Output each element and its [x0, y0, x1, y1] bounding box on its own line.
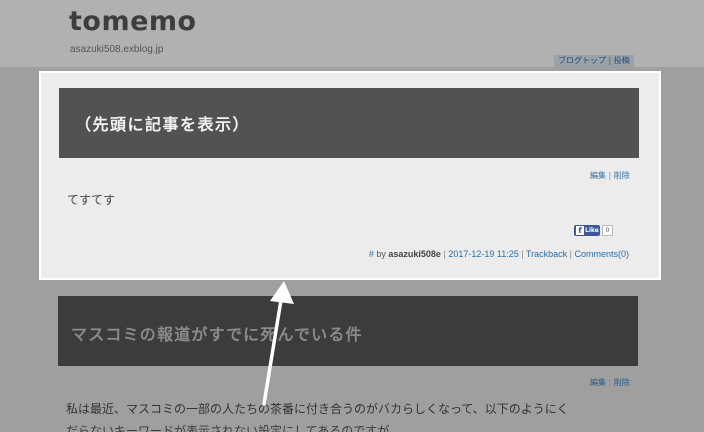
meta-separator: |: [569, 249, 572, 259]
facebook-icon: f: [576, 226, 584, 235]
post-title[interactable]: （先頭に記事を表示）: [75, 111, 250, 135]
post-edit-links: 編集 | 削除: [590, 170, 630, 181]
edit-link[interactable]: 編集: [590, 171, 606, 180]
top-nav: ブログトップ | 投稿: [554, 55, 634, 67]
site-url: asazuki508.exblog.jp: [70, 44, 164, 55]
nav-separator: |: [608, 56, 612, 65]
delete-link[interactable]: 削除: [614, 378, 630, 387]
post-title[interactable]: マスコミの報道がすでに死んでいる件: [71, 321, 363, 345]
post-link[interactable]: 投稿: [614, 56, 630, 65]
author-name: asazuki508e: [388, 249, 441, 259]
meta-separator: |: [521, 249, 524, 259]
post-body-line: だらないキーワードが表示されない設定にしてあるのですが: [66, 424, 390, 432]
facebook-like-button[interactable]: f Like: [574, 225, 600, 236]
blog-top-link[interactable]: ブログトップ: [558, 56, 606, 65]
post-meta: # by asazuki508e | 2017-12-19 11:25 | Tr…: [369, 249, 629, 259]
trackback-link[interactable]: Trackback: [526, 249, 567, 259]
comments-link[interactable]: Comments(0): [574, 249, 629, 259]
post-title-bar: マスコミの報道がすでに死んでいる件: [58, 296, 638, 366]
delete-link[interactable]: 削除: [614, 171, 630, 180]
post-body: 私は最近、マスコミの一部の人たちの茶番に付き合うのがバカらしくなって、以下のよう…: [66, 398, 569, 432]
post-title-bar: （先頭に記事を表示）: [59, 88, 639, 158]
post-body: てすてす: [67, 193, 116, 207]
site-header: tomemo asazuki508.exblog.jp ブログトップ | 投稿: [0, 0, 704, 67]
post-body-line: 私は最近、マスコミの一部の人たちの茶番に付き合うのがバカらしくなって、以下のよう…: [66, 402, 569, 416]
post-datetime[interactable]: 2017-12-19 11:25: [448, 249, 518, 259]
highlighted-post: （先頭に記事を表示） 編集 | 削除 てすてす f Like 0 # by asa…: [39, 71, 661, 280]
like-count: 0: [602, 225, 613, 236]
meta-separator: |: [443, 249, 446, 259]
by-label: by: [376, 249, 386, 259]
like-label: Like: [585, 227, 599, 234]
edit-link[interactable]: 編集: [590, 378, 606, 387]
permalink[interactable]: #: [369, 249, 374, 259]
edit-separator: |: [608, 378, 612, 387]
post-edit-links: 編集 | 削除: [590, 377, 630, 388]
edit-separator: |: [608, 171, 612, 180]
site-title[interactable]: tomemo: [69, 6, 197, 37]
